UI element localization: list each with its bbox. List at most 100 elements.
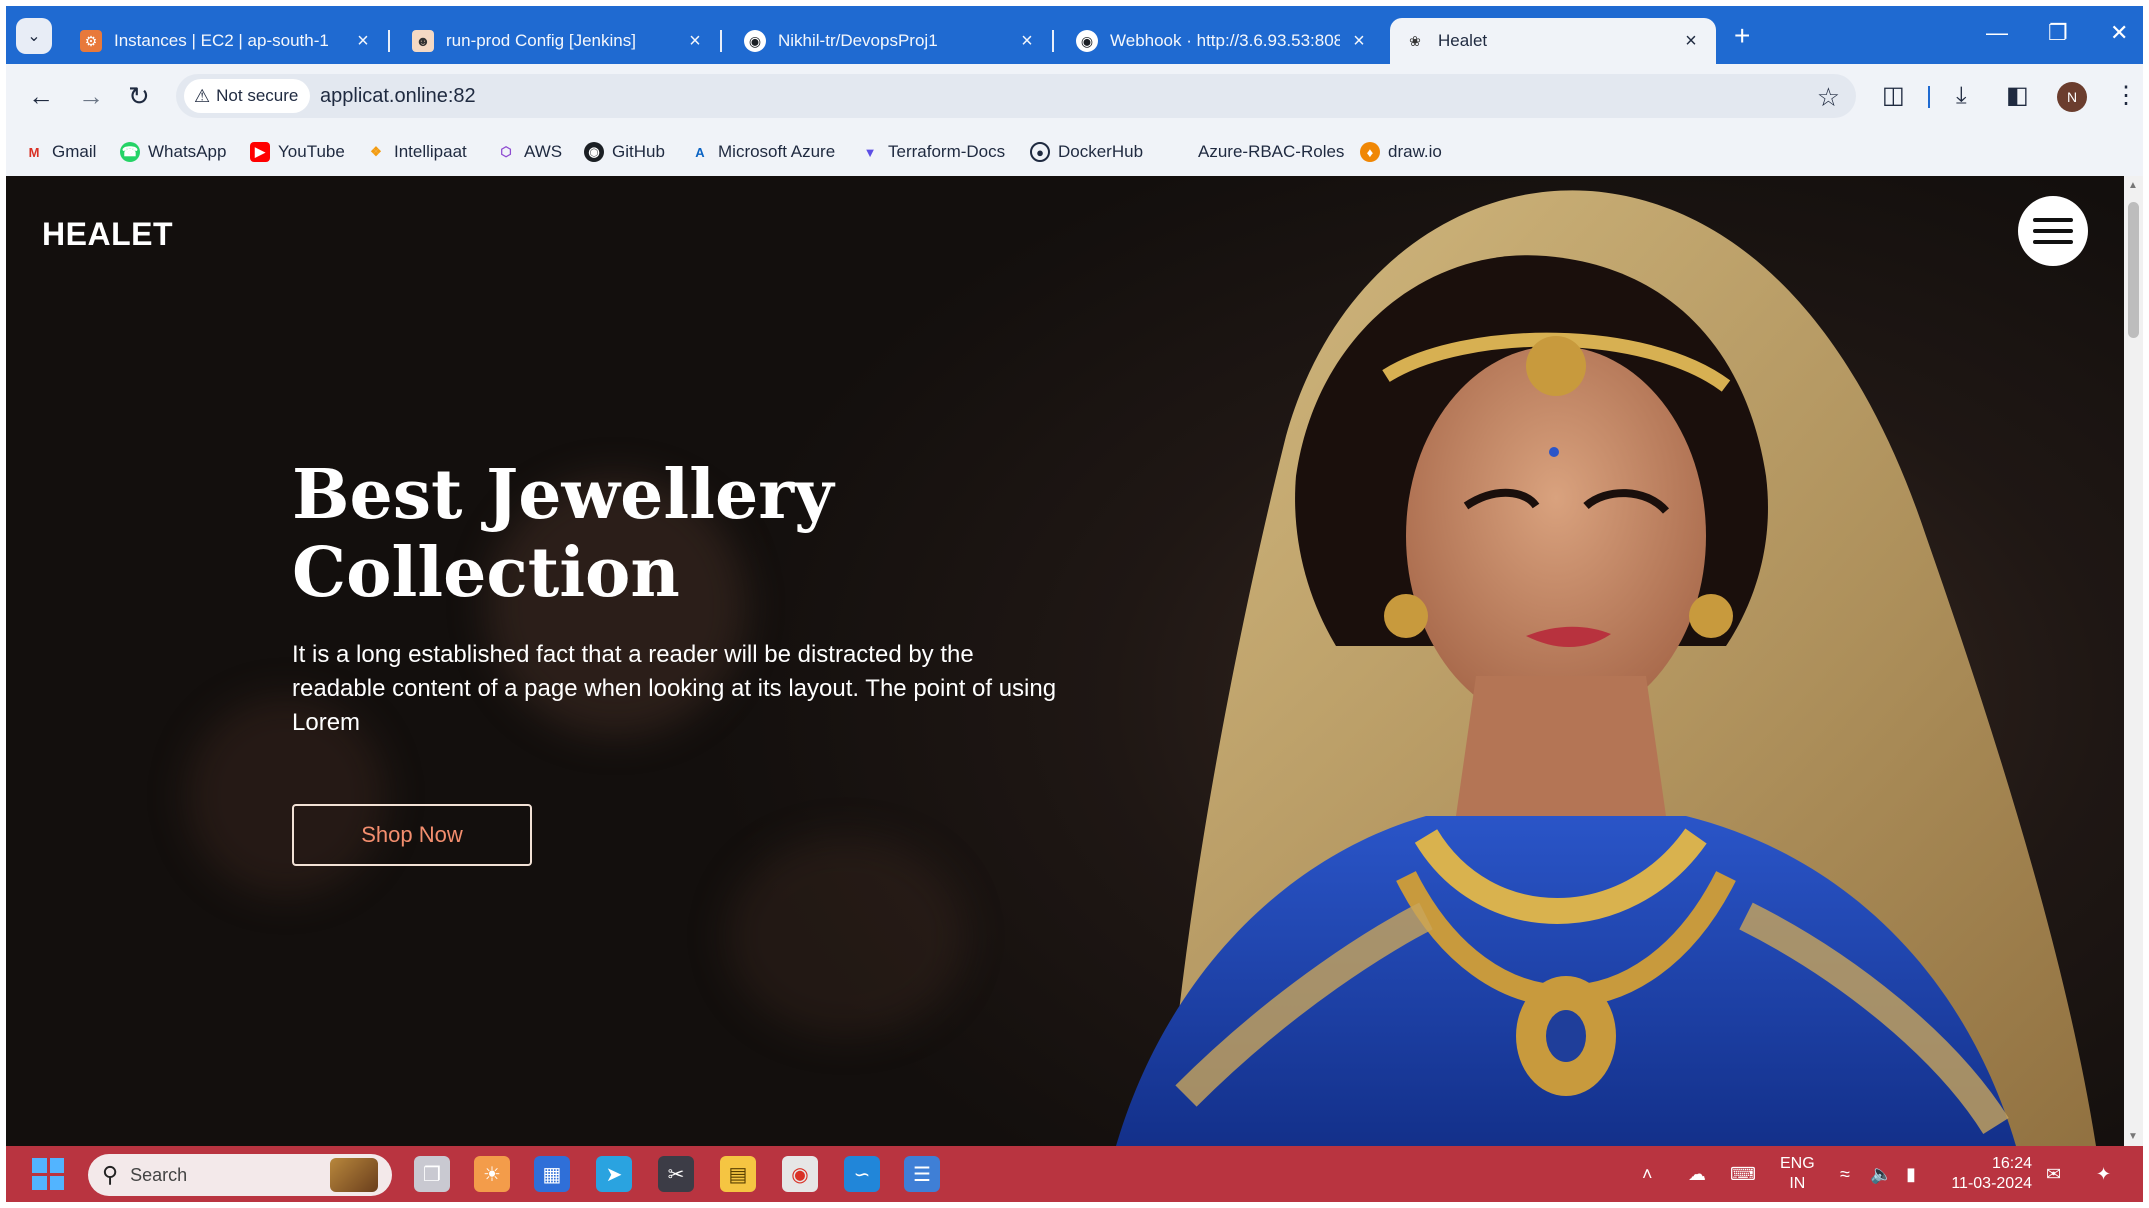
tab-ec2-instances[interactable]: ⚙ Instances | EC2 | ap-south-1 × — [66, 18, 390, 64]
site-info-button[interactable]: ⚠ Not secure — [184, 79, 311, 113]
show-hidden-icons[interactable]: ˄ — [1642, 1146, 1653, 1202]
menu-line — [2033, 218, 2073, 222]
search-placeholder: Search — [130, 1164, 188, 1185]
keyboard-icon[interactable]: ⌨ — [1730, 1146, 1756, 1202]
profile-avatar[interactable]: N — [2057, 82, 2087, 112]
hero-title-line1: Best Jewellery — [292, 455, 834, 535]
bookmark-whatsapp[interactable]: ☎ WhatsApp — [120, 142, 226, 162]
minimize-button[interactable]: — — [1986, 20, 2008, 46]
bookmark-label: Microsoft Azure — [718, 142, 836, 161]
widgets-icon[interactable]: ☀ — [474, 1156, 510, 1192]
more-menu-icon[interactable]: ⋮ — [2114, 82, 2138, 110]
hero-title: Best Jewellery Collection — [292, 456, 992, 612]
windows-logo-tile — [49, 1158, 64, 1173]
forward-button[interactable]: → — [78, 82, 104, 110]
scroll-down-arrow-icon[interactable]: ▼ — [2128, 1131, 2138, 1142]
snipping-tool-icon[interactable]: ✂ — [658, 1156, 694, 1192]
chevron-down-icon: ⌄ — [27, 28, 41, 45]
security-label: Not secure — [216, 86, 299, 105]
github-icon: ◉ — [1076, 30, 1098, 52]
warning-icon: ⚠ — [194, 85, 211, 106]
jenkins-icon: ☻ — [412, 30, 434, 52]
edge-icon[interactable]: ∽ — [844, 1156, 880, 1192]
reload-button[interactable]: ↻ — [128, 82, 150, 110]
bookmark-terraform[interactable]: ▼ Terraform-Docs — [860, 142, 1006, 162]
microsoft-store-icon[interactable]: ▦ — [534, 1156, 570, 1192]
bookmark-azure[interactable]: A Microsoft Azure — [690, 142, 835, 162]
bookmark-dockerhub[interactable]: ● DockerHub — [1030, 142, 1143, 162]
scroll-up-arrow-icon[interactable]: ▲ — [2128, 180, 2138, 191]
battery-icon[interactable]: ▮ — [1906, 1146, 1916, 1202]
close-tab-icon[interactable]: × — [1680, 30, 1702, 53]
volume-icon[interactable]: 🔈 — [1870, 1146, 1892, 1202]
windows-start-button[interactable] — [32, 1158, 64, 1190]
url-text[interactable]: applicat.online:82 — [320, 85, 476, 108]
page-viewport: HEALET Best Jewellery Collection It is a… — [6, 176, 2124, 1146]
close-tab-icon[interactable]: × — [1348, 30, 1370, 53]
hero-description: It is a long established fact that a rea… — [292, 641, 1057, 736]
aws-icon: ⬡ — [500, 144, 512, 159]
search-highlight-image — [330, 1158, 378, 1192]
tab-title: Webhook · http://3.6.93.53:808 — [1110, 31, 1340, 50]
bookmark-label: draw.io — [1388, 142, 1442, 161]
tab-github-repo[interactable]: ◉ Nikhil-tr/DevopsProj1 × — [730, 18, 1054, 64]
scroll-thumb[interactable] — [2128, 202, 2139, 338]
toolbar-separator — [1928, 86, 1930, 108]
shop-now-button[interactable]: Shop Now — [292, 804, 532, 866]
windows-logo-tile — [49, 1175, 64, 1190]
page-scrollbar[interactable]: ▲ ▼ — [2124, 176, 2143, 1146]
bookmark-label: AWS — [524, 142, 563, 161]
taskbar-clock[interactable]: 16:24 11-03-2024 — [1950, 1154, 2032, 1194]
tab-search-dropdown[interactable]: ⌄ — [16, 18, 52, 54]
tab-jenkins-config[interactable]: ☻ run-prod Config [Jenkins] × — [398, 18, 722, 64]
download-icon[interactable]: ⤓ — [1956, 82, 1967, 110]
bookmark-label: DockerHub — [1058, 142, 1144, 161]
side-panel-icon[interactable]: ◧ — [2006, 82, 2029, 110]
chrome-icon[interactable]: ◉ — [782, 1156, 818, 1192]
language-indicator[interactable]: ENG IN — [1780, 1154, 1815, 1194]
bookmark-azure-rbac[interactable]: Azure-RBAC-Roles — [1170, 142, 1344, 162]
bookmark-label: Gmail — [52, 142, 97, 161]
back-button[interactable]: ← — [28, 82, 54, 110]
bookmark-github[interactable]: ◉ GitHub — [584, 142, 665, 162]
bookmark-aws[interactable]: ⬡ AWS — [496, 142, 562, 162]
task-view-icon[interactable]: ❐ — [414, 1156, 450, 1192]
menu-line — [2033, 229, 2073, 233]
tab-separator — [1052, 30, 1054, 52]
clock-time: 16:24 — [1991, 1155, 2032, 1172]
file-explorer-icon[interactable]: ▤ — [720, 1156, 756, 1192]
onedrive-icon[interactable]: ☁ — [1688, 1146, 1706, 1202]
site-logo[interactable]: HEALET — [42, 216, 173, 253]
hamburger-menu-button[interactable] — [2018, 196, 2088, 266]
close-tab-icon[interactable]: × — [684, 30, 706, 53]
bookmark-intellipaat[interactable]: ❖ Intellipaat — [366, 142, 467, 162]
close-tab-icon[interactable]: × — [352, 30, 374, 53]
close-tab-icon[interactable]: × — [1016, 30, 1038, 53]
browser-window: ⌄ ⚙ Instances | EC2 | ap-south-1 × ☻ run… — [6, 6, 2143, 1202]
wifi-icon[interactable]: ≈ — [1840, 1146, 1850, 1202]
new-tab-button[interactable]: + — [1734, 22, 1750, 50]
tab-separator — [388, 30, 390, 52]
notification-icon[interactable]: ✉ — [2046, 1146, 2061, 1202]
copilot-icon[interactable]: ✦ — [2096, 1146, 2111, 1202]
bookmark-label: Azure-RBAC-Roles — [1198, 142, 1345, 161]
bookmark-label: YouTube — [278, 142, 345, 161]
notepad-icon[interactable]: ☰ — [904, 1156, 940, 1192]
drawio-icon: ♦ — [1360, 142, 1380, 162]
gmail-icon: M — [28, 144, 40, 160]
extensions-icon[interactable]: ◫ — [1882, 82, 1905, 110]
bookmark-drawio[interactable]: ♦ draw.io — [1360, 142, 1442, 162]
windows-logo-tile — [32, 1158, 47, 1173]
bookmark-gmail[interactable]: M Gmail — [24, 142, 97, 162]
tab-strip: ⌄ ⚙ Instances | EC2 | ap-south-1 × ☻ run… — [6, 6, 2143, 64]
tab-healet[interactable]: ❀ Healet × — [1390, 18, 1716, 64]
address-bar[interactable]: ⚠ Not secure applicat.online:82 ☆ — [176, 74, 1856, 118]
close-window-button[interactable]: ✕ — [2110, 20, 2128, 46]
bookmark-youtube[interactable]: ▶ YouTube — [250, 142, 345, 162]
tab-github-webhook[interactable]: ◉ Webhook · http://3.6.93.53:808 × — [1062, 18, 1384, 64]
taskbar-search[interactable]: ⚲ Search — [88, 1154, 392, 1196]
restore-button[interactable]: ❐ — [2048, 20, 2068, 46]
telegram-icon[interactable]: ➤ — [596, 1156, 632, 1192]
aws-icon: ⚙ — [80, 30, 102, 52]
bookmark-star-icon[interactable]: ☆ — [1817, 82, 1840, 113]
